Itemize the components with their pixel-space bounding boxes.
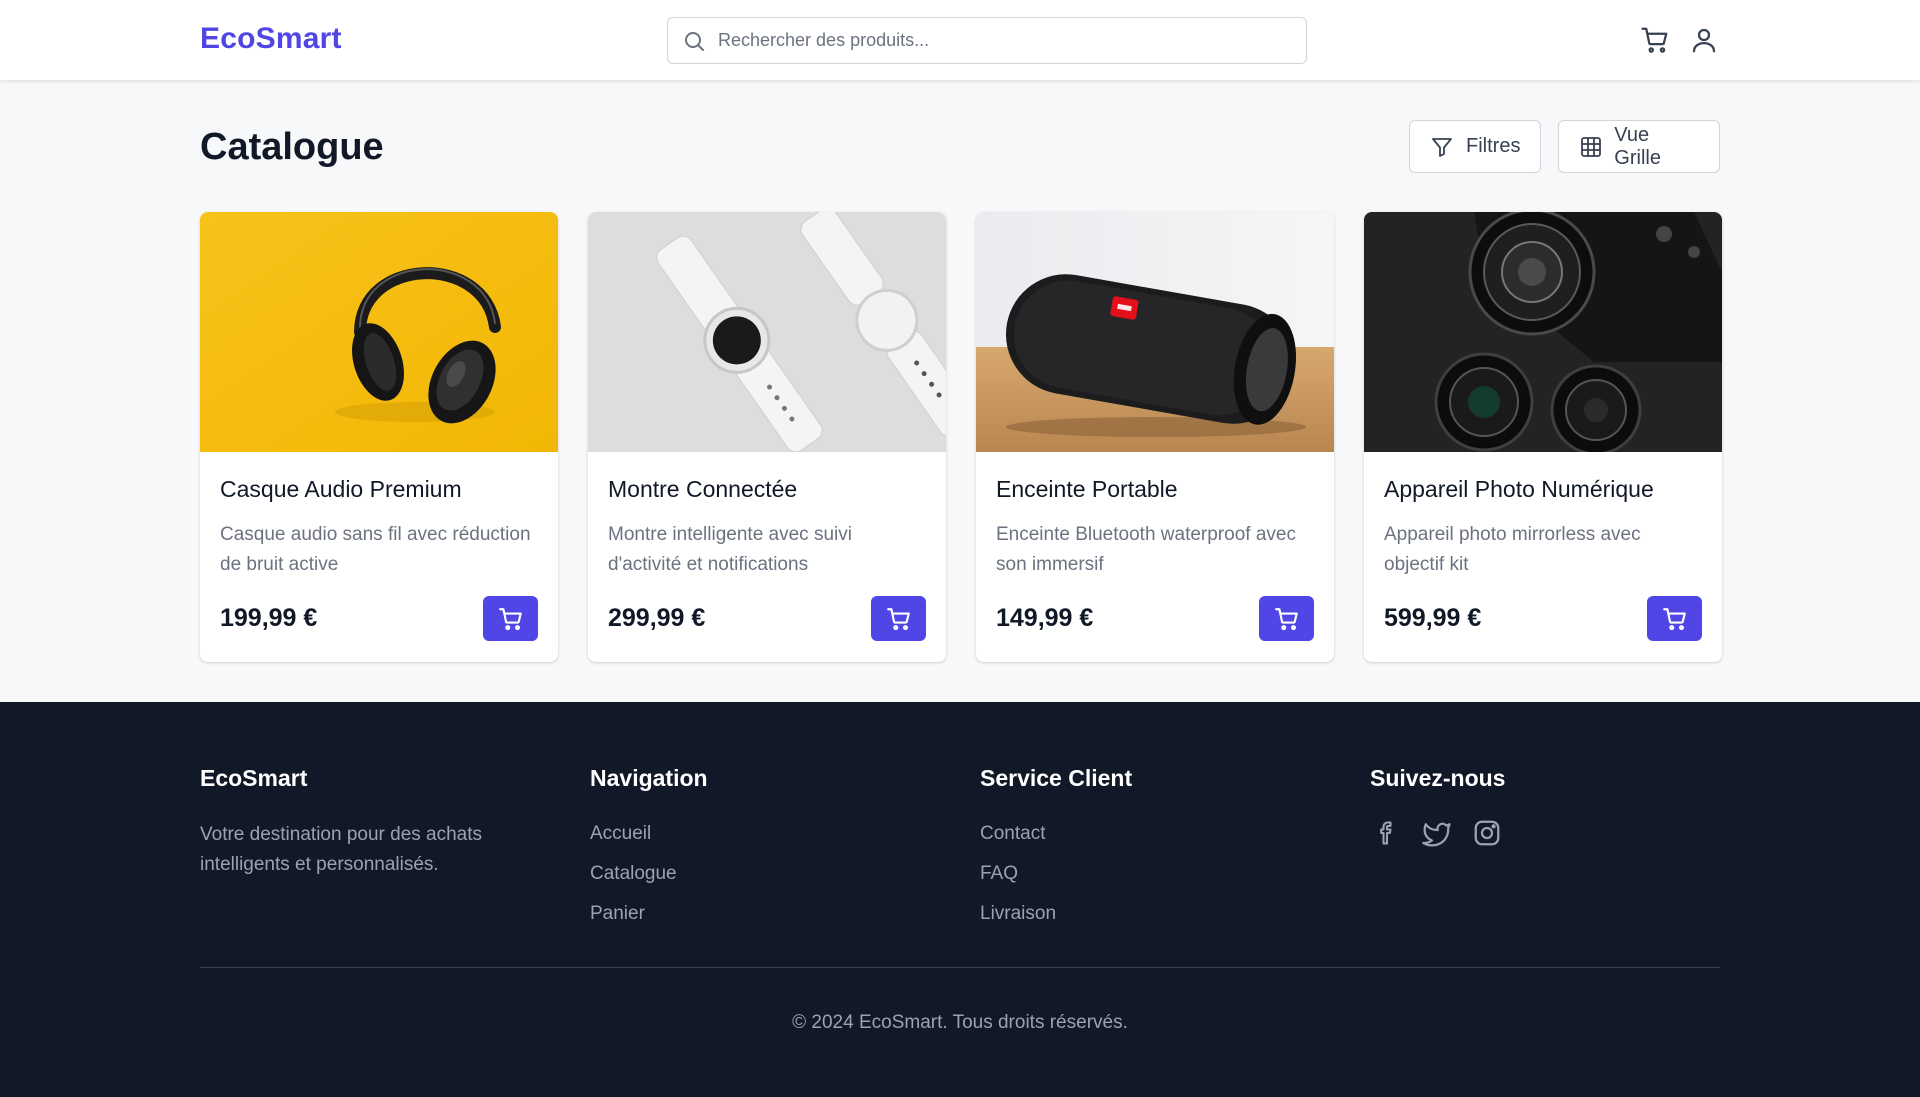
product-image-speaker[interactable] xyxy=(976,212,1334,452)
footer-heading: Suivez-nous xyxy=(1370,765,1506,791)
footer: EcoSmart Votre destination pour des acha… xyxy=(0,702,1920,1097)
cart-icon xyxy=(1662,607,1686,630)
product-image-smartwatch[interactable] xyxy=(588,212,946,452)
top-header: EcoSmart xyxy=(0,0,1920,80)
footer-link-contact[interactable]: Contact xyxy=(980,814,1132,854)
cart-icon[interactable] xyxy=(1639,24,1671,56)
filters-button[interactable]: Filtres xyxy=(1409,120,1542,173)
footer-link-accueil[interactable]: Accueil xyxy=(590,814,708,854)
twitter-icon[interactable] xyxy=(1420,816,1454,850)
footer-tagline: Votre destination pour des achats intell… xyxy=(200,824,483,875)
search-icon xyxy=(682,28,708,54)
page-title: Catalogue xyxy=(200,126,384,168)
cart-icon xyxy=(1274,607,1298,630)
footer-service: Service Client Contact FAQ Livraison xyxy=(980,765,1132,934)
product-name[interactable]: Enceinte Portable xyxy=(996,476,1178,503)
product-price: 199,99 € xyxy=(220,604,318,632)
grid-view-label: Vue Grille xyxy=(1614,123,1661,169)
logo[interactable]: EcoSmart xyxy=(200,22,342,56)
product-name[interactable]: Appareil Photo Numérique xyxy=(1384,476,1654,503)
product-description: Appareil photo mirrorless avec objectif … xyxy=(1384,524,1641,575)
product-grid: Casque Audio Premium Casque audio sans f… xyxy=(200,212,1722,662)
search-bar[interactable] xyxy=(667,17,1307,64)
footer-heading: Navigation xyxy=(590,765,708,791)
product-description: Enceinte Bluetooth waterproof avec son i… xyxy=(996,524,1296,575)
product-name[interactable]: Casque Audio Premium xyxy=(220,476,462,503)
footer-link-faq[interactable]: FAQ xyxy=(980,854,1132,894)
product-price: 599,99 € xyxy=(1384,604,1482,632)
product-image-camera[interactable] xyxy=(1364,212,1722,452)
filters-label: Filtres xyxy=(1466,135,1521,157)
footer-heading: Service Client xyxy=(980,765,1133,791)
instagram-icon[interactable] xyxy=(1470,816,1504,850)
product-name[interactable]: Montre Connectée xyxy=(608,476,797,503)
product-price: 149,99 € xyxy=(996,604,1094,632)
product-image-headphones[interactable] xyxy=(200,212,558,452)
footer-logo: EcoSmart xyxy=(200,765,308,791)
product-card[interactable]: Casque Audio Premium Casque audio sans f… xyxy=(200,212,558,662)
add-to-cart-button[interactable] xyxy=(1259,596,1314,641)
add-to-cart-button[interactable] xyxy=(871,596,926,641)
footer-divider xyxy=(200,967,1720,968)
product-description: Casque audio sans fil avec réduction de … xyxy=(220,524,531,575)
search-input[interactable] xyxy=(718,30,1278,51)
user-icon[interactable] xyxy=(1688,24,1720,56)
catalogue-section: Catalogue Filtres Vue Grille Casque Audi… xyxy=(200,80,1722,702)
grid-view-button[interactable]: Vue Grille xyxy=(1558,120,1720,173)
add-to-cart-button[interactable] xyxy=(483,596,538,641)
product-price: 299,99 € xyxy=(608,604,706,632)
product-description: Montre intelligente avec suivi d'activit… xyxy=(608,524,852,575)
footer-social: Suivez-nous xyxy=(1370,765,1520,850)
product-card[interactable]: Montre Connectée Montre intelligente ave… xyxy=(588,212,946,662)
filter-icon xyxy=(1430,134,1456,160)
add-to-cart-button[interactable] xyxy=(1647,596,1702,641)
facebook-icon[interactable] xyxy=(1370,816,1404,850)
footer-link-catalogue[interactable]: Catalogue xyxy=(590,854,708,894)
product-card[interactable]: Enceinte Portable Enceinte Bluetooth wat… xyxy=(976,212,1334,662)
copyright-text: © 2024 EcoSmart. Tous droits réservés. xyxy=(792,1012,1128,1033)
footer-brand: EcoSmart Votre destination pour des acha… xyxy=(200,765,520,880)
grid-icon xyxy=(1579,134,1604,160)
footer-link-panier[interactable]: Panier xyxy=(590,894,708,934)
footer-navigation: Navigation Accueil Catalogue Panier xyxy=(590,765,708,934)
cart-icon xyxy=(886,607,910,630)
footer-link-livraison[interactable]: Livraison xyxy=(980,894,1132,934)
cart-icon xyxy=(498,607,522,630)
product-card[interactable]: Appareil Photo Numérique Appareil photo … xyxy=(1364,212,1722,662)
